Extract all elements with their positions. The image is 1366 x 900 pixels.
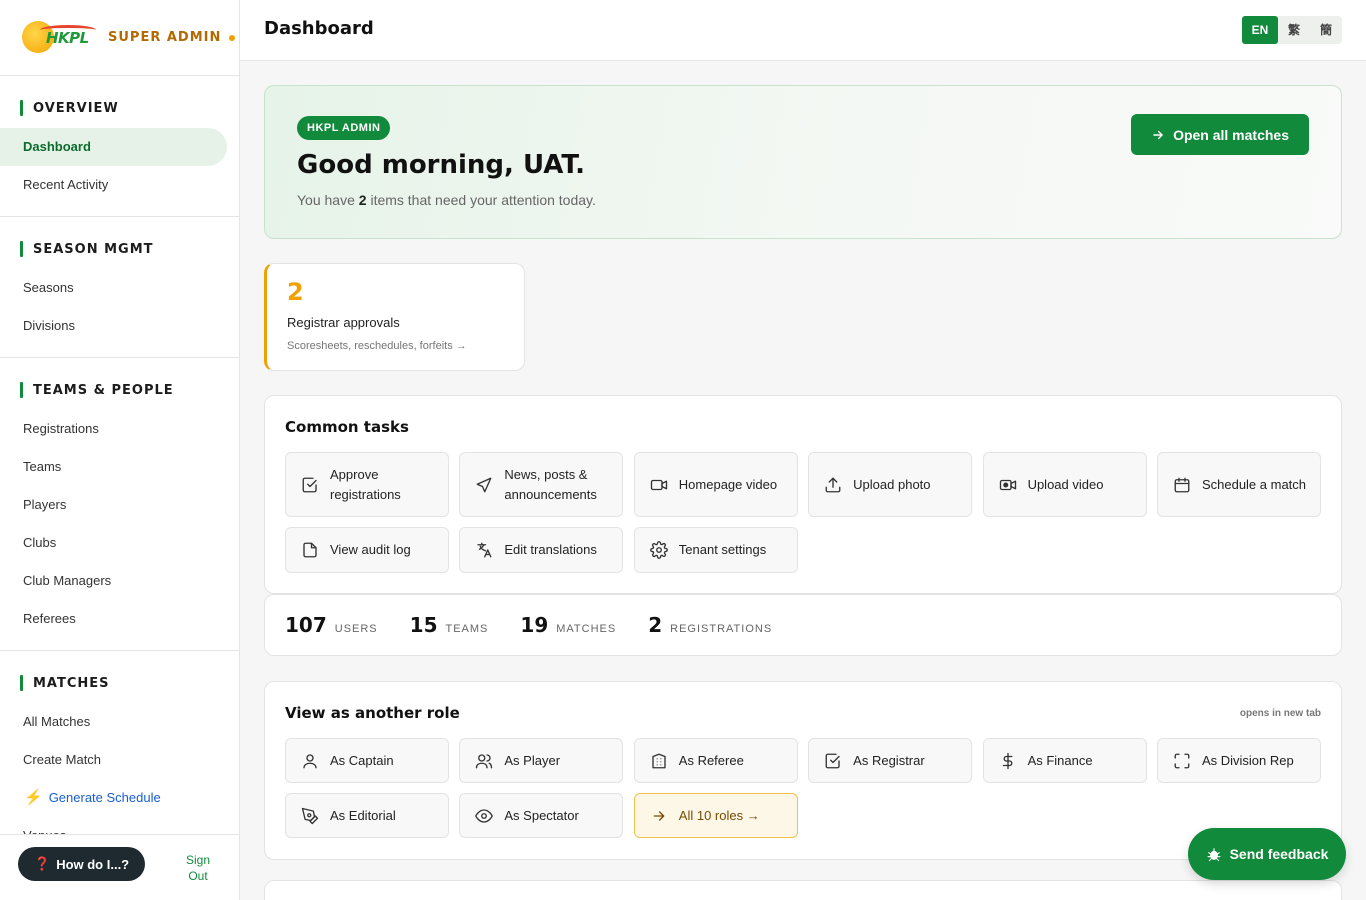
sidebar-item-divisions[interactable]: Divisions (0, 307, 239, 345)
help-button[interactable]: ❓ How do I...? (18, 847, 146, 881)
question-icon: ❓ (34, 856, 51, 871)
role-referee[interactable]: As Referee (633, 738, 798, 783)
role-spectator[interactable]: As Spectator (459, 793, 624, 838)
video-icon (649, 475, 669, 495)
nav-heading-season: SEASON MGMT (0, 233, 239, 265)
lang-en[interactable]: EN (1242, 16, 1278, 44)
check-square-icon (300, 475, 320, 495)
view-as-role-title: View as another role (285, 704, 460, 722)
status-dot (229, 34, 236, 41)
file-icon (300, 540, 320, 560)
count-registrations: 2 REGISTRATIONS (648, 613, 773, 637)
task-schedule-match[interactable]: Schedule a match (1156, 452, 1321, 517)
task-tenant-settings[interactable]: Tenant settings (633, 527, 798, 573)
building-icon (649, 751, 669, 771)
task-upload-photo[interactable]: Upload photo (808, 452, 973, 517)
video-record-icon (998, 475, 1018, 495)
role-registrar[interactable]: As Registrar (808, 738, 973, 783)
nav-heading-overview: OVERVIEW (0, 92, 239, 124)
lightning-icon: ⚡ (24, 789, 43, 806)
check-square-icon (823, 751, 843, 771)
pen-icon (300, 806, 320, 826)
next-panel (264, 880, 1342, 900)
common-tasks-grid: Approve registrations News, posts & anno… (285, 452, 1321, 573)
task-homepage-video[interactable]: Homepage video (633, 452, 798, 517)
role-editorial[interactable]: As Editorial (285, 793, 449, 838)
registrar-approvals-card[interactable]: 2 Registrar approvals Scoresheets, resch… (264, 263, 525, 371)
send-feedback-button[interactable]: Send feedback (1188, 828, 1346, 880)
frame-icon (1172, 751, 1192, 771)
common-tasks-panel: Common tasks Approve registrations News,… (264, 395, 1342, 594)
count-matches: 19 MATCHES (520, 613, 617, 637)
top-bar: Dashboard EN 繁 簡 (240, 0, 1366, 61)
role-division-rep[interactable]: As Division Rep (1156, 738, 1321, 783)
sidebar-item-players[interactable]: Players (0, 486, 239, 524)
sidebar-item-create-match[interactable]: Create Match (0, 741, 239, 779)
view-as-role-panel: View as another role opens in new tab As… (264, 681, 1342, 860)
task-approve-registrations[interactable]: Approve registrations (285, 452, 449, 517)
hkpl-logo[interactable]: HKPL (20, 19, 98, 57)
lang-traditional-chinese[interactable]: 繁 (1278, 16, 1310, 44)
sidebar-item-generate-schedule[interactable]: ⚡ Generate Schedule (0, 779, 239, 817)
sidebar-item-dashboard[interactable]: Dashboard (0, 128, 227, 166)
bug-icon (1207, 848, 1221, 862)
sign-out-link[interactable]: Sign Out (186, 852, 210, 884)
users-icon (474, 751, 494, 771)
nav-group-teams: TEAMS & PEOPLE Registrations Teams Playe… (0, 358, 239, 651)
role-badge: HKPL ADMIN (297, 116, 391, 140)
role-finance[interactable]: As Finance (982, 738, 1147, 783)
sidebar-footer: test ❓ How do I...? Sign Out (0, 834, 239, 900)
approvals-count: 2 (287, 278, 304, 306)
open-all-matches-button[interactable]: Open all matches (1131, 114, 1309, 155)
task-edit-translations[interactable]: Edit translations (459, 527, 624, 573)
sidebar-item-referees[interactable]: Referees (0, 600, 239, 638)
roles-grid: As Captain As Player As Referee As Regis… (285, 738, 1321, 838)
gear-icon (649, 540, 669, 560)
nav-group-overview: OVERVIEW Dashboard Recent Activity (0, 76, 239, 217)
greeting: Good morning, UAT. (297, 150, 586, 180)
sidebar-item-clubs[interactable]: Clubs (0, 524, 239, 562)
upload-icon (823, 475, 843, 495)
role-captain[interactable]: As Captain (285, 738, 449, 783)
sidebar-item-recent-activity[interactable]: Recent Activity (0, 166, 239, 204)
approvals-hint: Scoresheets, reschedules, forfeits → (287, 340, 467, 352)
all-roles-link[interactable]: All 10 roles → (633, 793, 798, 838)
count-users: 107 USERS (285, 613, 378, 637)
nav-heading-teams: TEAMS & PEOPLE (0, 374, 239, 406)
sidebar: HKPL SUPER ADMIN OVERVIEW Dashboard Rece… (0, 0, 240, 900)
language-switcher: EN 繁 簡 (1242, 16, 1342, 44)
attention-summary: You have 2 items that need your attentio… (297, 192, 596, 208)
brand-role: SUPER ADMIN (108, 30, 222, 45)
count-teams: 15 TEAMS (409, 613, 489, 637)
nav-group-season: SEASON MGMT Seasons Divisions (0, 217, 239, 358)
task-upload-video[interactable]: Upload video (982, 452, 1147, 517)
new-tab-note: opens in new tab (1239, 708, 1321, 719)
sidebar-item-all-matches[interactable]: All Matches (0, 703, 239, 741)
sidebar-item-seasons[interactable]: Seasons (0, 269, 239, 307)
approvals-label: Registrar approvals (287, 315, 400, 330)
arrow-right-icon (649, 806, 669, 826)
summary-counts: 107 USERS 15 TEAMS 19 MATCHES 2 REGISTRATION… (264, 594, 1342, 656)
arrow-right-icon (1153, 130, 1163, 139)
user-icon (300, 751, 320, 771)
calendar-icon (1172, 475, 1192, 495)
translate-icon (474, 540, 494, 560)
sidebar-item-club-managers[interactable]: Club Managers (0, 562, 239, 600)
send-icon (474, 475, 494, 495)
sidebar-item-teams[interactable]: Teams (0, 448, 239, 486)
nav-heading-matches: MATCHES (0, 667, 239, 699)
brand: HKPL SUPER ADMIN (0, 0, 239, 76)
task-news-posts[interactable]: News, posts & announcements (459, 452, 624, 517)
dollar-icon (998, 751, 1018, 771)
role-player[interactable]: As Player (459, 738, 624, 783)
sidebar-item-registrations[interactable]: Registrations (0, 410, 239, 448)
common-tasks-title: Common tasks (285, 418, 409, 436)
task-view-audit-log[interactable]: View audit log (285, 527, 449, 573)
welcome-hero: HKPL ADMIN Good morning, UAT. You have 2… (264, 85, 1342, 239)
eye-icon (474, 806, 494, 826)
page-title: Dashboard (264, 18, 374, 39)
lang-simplified-chinese[interactable]: 簡 (1310, 16, 1342, 44)
